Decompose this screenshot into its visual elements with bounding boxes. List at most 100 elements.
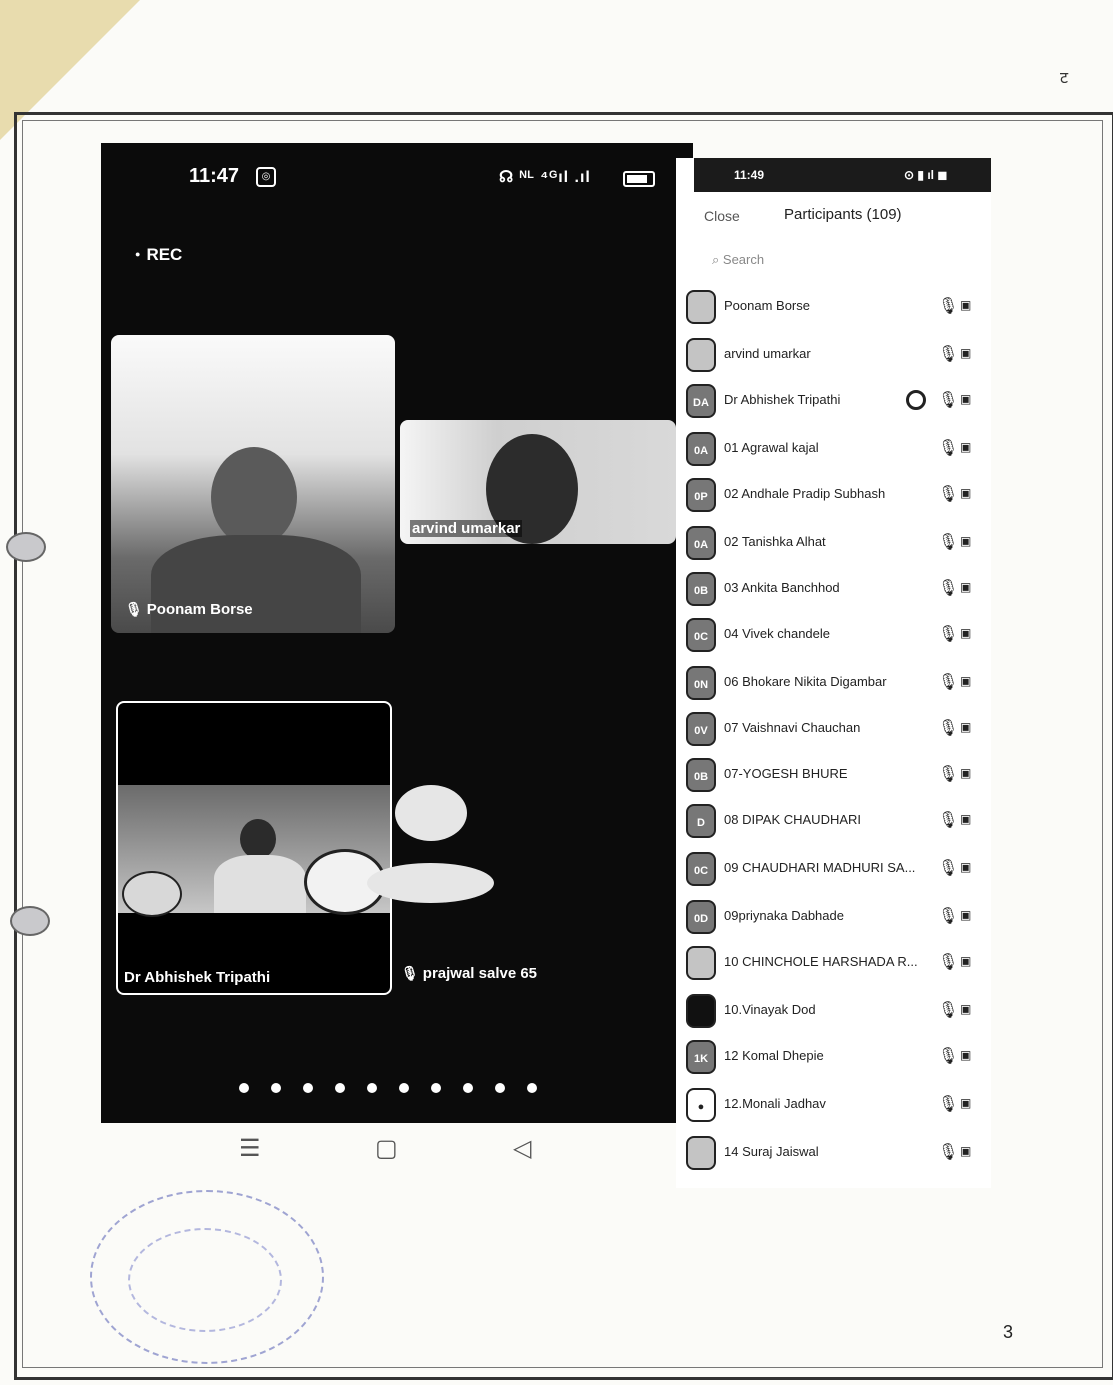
participant-row[interactable]: 0D 09priynaka Dabhade 🎙 ▣ bbox=[686, 896, 986, 940]
avatar-initials: 0B bbox=[693, 585, 709, 597]
avatar-initials: DA bbox=[693, 397, 709, 409]
participant-row[interactable]: 10.Vinayak Dod 🎙 ▣ bbox=[686, 990, 986, 1034]
mic-icon[interactable]: 🎙 bbox=[938, 390, 958, 410]
participant-name: 10 CHINCHOLE HARSHADA R... bbox=[724, 954, 918, 969]
camera-icon[interactable]: ▣ bbox=[960, 486, 971, 500]
participant-row[interactable]: 0B 07-YOGESH BHURE 🎙 ▣ bbox=[686, 754, 986, 798]
shared-banner-video bbox=[118, 785, 390, 917]
mic-icon[interactable]: 🎙 bbox=[938, 764, 958, 784]
mic-icon[interactable]: 🎙 bbox=[938, 1000, 958, 1020]
participants-panel: 11:49 ⊙ ▮ ıl ◼ Close Participants (109) … bbox=[676, 158, 991, 1188]
mic-icon[interactable]: 🎙 bbox=[938, 532, 958, 552]
camera-icon[interactable]: ▣ bbox=[960, 674, 971, 688]
camera-icon[interactable]: ▣ bbox=[960, 860, 971, 874]
participant-row[interactable]: 0A 01 Agrawal kajal 🎙 ▣ bbox=[686, 428, 986, 472]
participant-row[interactable]: 0C 09 CHAUDHARI MADHURI SA... 🎙 ▣ bbox=[686, 848, 986, 892]
participant-name: 12 Komal Dhepie bbox=[724, 1048, 824, 1063]
camera-icon[interactable]: ▣ bbox=[960, 440, 971, 454]
mic-icon[interactable]: 🎙 bbox=[938, 578, 958, 598]
page-dot[interactable] bbox=[527, 1083, 537, 1093]
page-indicator[interactable] bbox=[239, 1083, 537, 1093]
mic-icon[interactable]: 🎙 bbox=[938, 1094, 958, 1114]
participant-row[interactable]: 1K 12 Komal Dhepie 🎙 ▣ bbox=[686, 1036, 986, 1080]
participant-row[interactable]: 14 Suraj Jaiswal 🎙 ▣ bbox=[686, 1132, 986, 1176]
participant-row[interactable]: 0A 02 Tanishka Alhat 🎙 ▣ bbox=[686, 522, 986, 566]
avatar: 0B bbox=[686, 758, 716, 792]
participant-name: 14 Suraj Jaiswal bbox=[724, 1144, 819, 1159]
camera-icon[interactable]: ▣ bbox=[960, 954, 971, 968]
page-dot[interactable] bbox=[335, 1083, 345, 1093]
back-icon[interactable]: ◁ bbox=[513, 1134, 531, 1163]
page-dot[interactable] bbox=[239, 1083, 249, 1093]
notification-icon: ◎ bbox=[256, 167, 276, 187]
camera-icon[interactable]: ▣ bbox=[960, 626, 971, 640]
participant-row[interactable]: 0C 04 Vivek chandele 🎙 ▣ bbox=[686, 614, 986, 658]
menu-icon[interactable]: ☰ bbox=[239, 1134, 261, 1163]
camera-icon[interactable]: ▣ bbox=[960, 1002, 971, 1016]
home-icon[interactable]: ▢ bbox=[375, 1134, 398, 1163]
page-dot[interactable] bbox=[431, 1083, 441, 1093]
camera-icon[interactable]: ▣ bbox=[960, 812, 971, 826]
mic-icon[interactable]: 🎙 bbox=[938, 624, 958, 644]
camera-icon[interactable]: ▣ bbox=[960, 1096, 971, 1110]
page-dot[interactable] bbox=[495, 1083, 505, 1093]
mic-icon[interactable]: 🎙 bbox=[938, 858, 958, 878]
camera-icon[interactable]: ▣ bbox=[960, 298, 971, 312]
mic-icon[interactable]: 🎙 bbox=[938, 438, 958, 458]
host-badge-icon bbox=[906, 390, 926, 410]
page-dot[interactable] bbox=[271, 1083, 281, 1093]
mic-icon[interactable]: 🎙 bbox=[938, 672, 958, 692]
camera-icon[interactable]: ▣ bbox=[960, 1144, 971, 1158]
mic-icon[interactable]: 🎙 bbox=[938, 484, 958, 504]
search-input[interactable]: ⌕ Search bbox=[712, 252, 764, 268]
participant-row[interactable]: Poonam Borse 🎙 ▣ bbox=[686, 286, 986, 330]
page-dot[interactable] bbox=[399, 1083, 409, 1093]
participant-name: 08 DIPAK CHAUDHARI bbox=[724, 812, 862, 827]
camera-icon[interactable]: ▣ bbox=[960, 720, 971, 734]
mic-icon[interactable]: 🎙 bbox=[938, 1046, 958, 1066]
participant-row[interactable]: D 08 DIPAK CHAUDHARI 🎙 ▣ bbox=[686, 800, 986, 844]
page-mark: ट bbox=[1060, 70, 1069, 87]
tile-name-label: Dr Abhishek Tripathi bbox=[124, 969, 271, 986]
mic-icon[interactable]: 🎙 bbox=[938, 344, 958, 364]
avatar-initials: 0A bbox=[693, 539, 709, 551]
avatar-initials: 1K bbox=[693, 1053, 709, 1065]
avatar: 0N bbox=[686, 666, 716, 700]
camera-icon[interactable]: ▣ bbox=[960, 1048, 971, 1062]
page-dot[interactable] bbox=[367, 1083, 377, 1093]
avatar-initials: 0B bbox=[693, 771, 709, 783]
camera-icon[interactable]: ▣ bbox=[960, 908, 971, 922]
video-tile-poonam[interactable]: 🎙 Poonam Borse bbox=[111, 335, 395, 633]
camera-icon[interactable]: ▣ bbox=[960, 580, 971, 594]
participant-row[interactable]: ● 12.Monali Jadhav 🎙 ▣ bbox=[686, 1084, 986, 1128]
participant-row[interactable]: 10 CHINCHOLE HARSHADA R... 🎙 ▣ bbox=[686, 942, 986, 986]
participant-row[interactable]: 0N 06 Bhokare Nikita Digambar 🎙 ▣ bbox=[686, 662, 986, 706]
mic-icon[interactable]: 🎙 bbox=[938, 718, 958, 738]
punch-hole bbox=[6, 532, 46, 562]
participant-row[interactable]: 0V 07 Vaishnavi Chauchan 🎙 ▣ bbox=[686, 708, 986, 752]
avatar-initials: 0C bbox=[693, 631, 709, 643]
page-dot[interactable] bbox=[303, 1083, 313, 1093]
mic-icon[interactable]: 🎙 bbox=[938, 1142, 958, 1162]
mic-icon[interactable]: 🎙 bbox=[938, 952, 958, 972]
camera-icon[interactable]: ▣ bbox=[960, 392, 971, 406]
camera-icon[interactable]: ▣ bbox=[960, 766, 971, 780]
participant-row[interactable]: DA Dr Abhishek Tripathi 🎙 ▣ bbox=[686, 380, 986, 424]
close-button[interactable]: Close bbox=[704, 208, 740, 224]
camera-icon[interactable]: ▣ bbox=[960, 346, 971, 360]
participant-row[interactable]: arvind umarkar 🎙 ▣ bbox=[686, 334, 986, 378]
camera-icon[interactable]: ▣ bbox=[960, 534, 971, 548]
mic-icon[interactable]: 🎙 bbox=[938, 810, 958, 830]
panel-status-bar: 11:49 ⊙ ▮ ıl ◼ bbox=[694, 158, 991, 192]
mic-icon[interactable]: 🎙 bbox=[938, 296, 958, 316]
participant-row[interactable]: 0B 03 Ankita Banchhod 🎙 ▣ bbox=[686, 568, 986, 612]
avatar bbox=[686, 290, 716, 324]
video-tile-arvind[interactable]: arvind umarkar bbox=[400, 420, 676, 544]
status-time: 11:47 bbox=[189, 165, 240, 187]
battery-icon bbox=[623, 171, 655, 187]
mic-icon[interactable]: 🎙 bbox=[938, 906, 958, 926]
avatar: 0D bbox=[686, 900, 716, 934]
page-dot[interactable] bbox=[463, 1083, 473, 1093]
video-tile-abhishek[interactable]: Dr Abhishek Tripathi bbox=[116, 701, 392, 995]
participant-row[interactable]: 0P 02 Andhale Pradip Subhash 🎙 ▣ bbox=[686, 474, 986, 518]
